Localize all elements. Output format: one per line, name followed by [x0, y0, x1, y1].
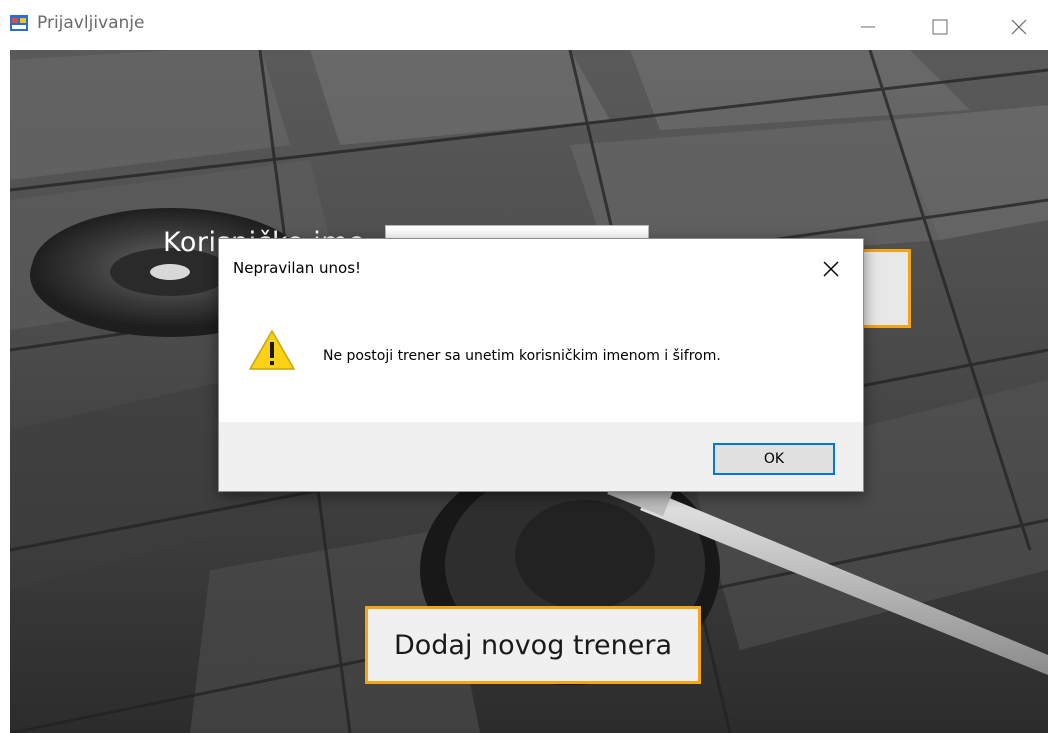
login-window: Prijavljivanje Dodaj novog trenera Nepra…: [0, 0, 1048, 733]
dialog-message: Ne postoji trener sa unetim korisničkim …: [323, 348, 721, 364]
ok-button[interactable]: OK: [713, 443, 835, 475]
dialog-close-icon[interactable]: [819, 257, 843, 281]
dialog-title: Nepravilan unos!: [233, 259, 362, 277]
warning-icon: [249, 330, 295, 370]
error-dialog: Nepravilan unos! Ne postoji trener sa un…: [218, 238, 864, 492]
add-trainer-button[interactable]: Dodaj novog trenera: [365, 606, 701, 684]
windows-form-icon: [10, 15, 28, 31]
close-icon[interactable]: [988, 0, 1048, 50]
maximize-icon[interactable]: [909, 0, 969, 50]
title-bar[interactable]: Prijavljivanje: [0, 0, 1048, 50]
window-title: Prijavljivanje: [37, 13, 145, 33]
minimize-icon[interactable]: [838, 0, 898, 50]
dialog-footer: OK: [219, 422, 863, 491]
